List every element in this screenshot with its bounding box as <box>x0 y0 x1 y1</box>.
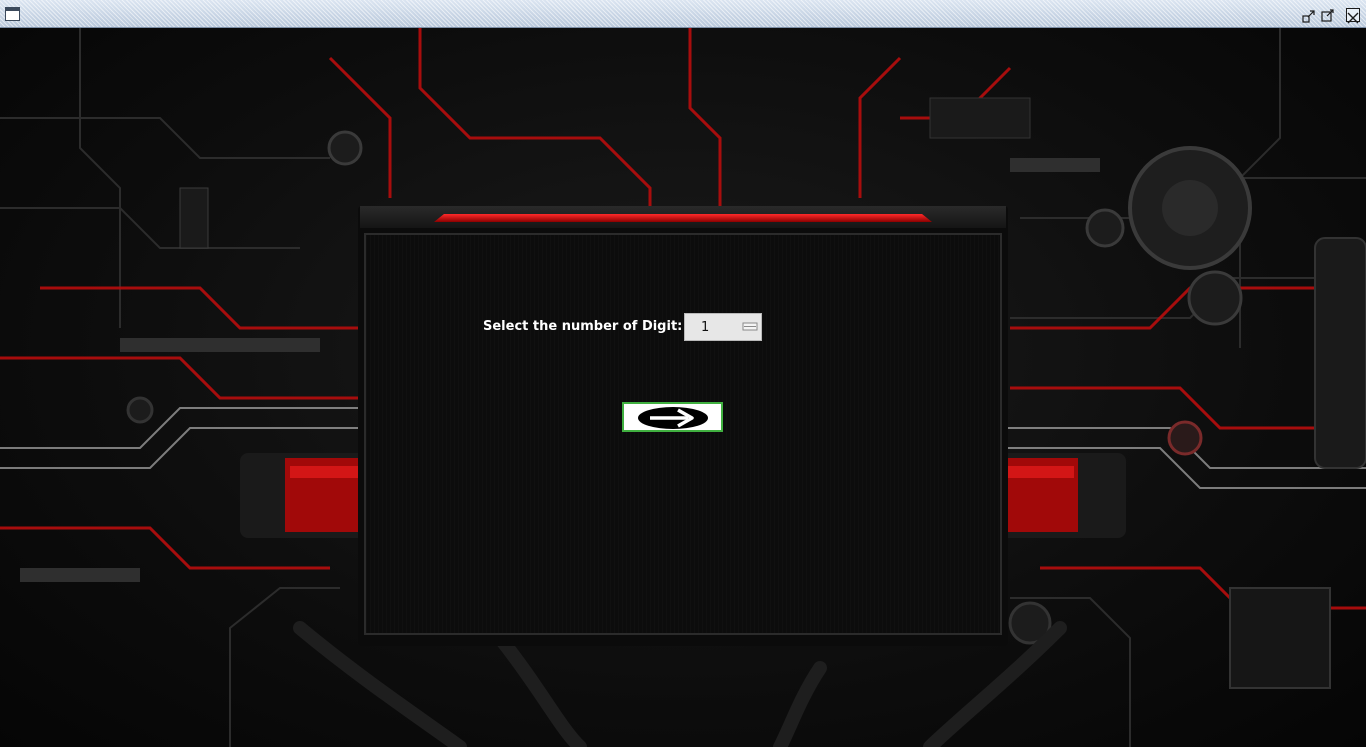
circuit-background <box>0 28 1366 747</box>
app-window-icon <box>5 7 20 21</box>
right-arrow-icon <box>638 407 708 429</box>
digit-count-label: Select the number of Digit: <box>483 319 683 334</box>
next-button[interactable] <box>622 402 723 432</box>
close-button[interactable] <box>1346 8 1360 24</box>
restore-down-button[interactable] <box>1302 8 1316 23</box>
panel-red-accent <box>434 214 932 222</box>
restore-down-icon <box>1302 10 1315 23</box>
digit-count-value[interactable]: 1 <box>701 320 709 335</box>
window-titlebar[interactable] <box>0 0 1366 28</box>
maximize-icon <box>1321 9 1334 22</box>
digit-count-spinner[interactable]: 1 <box>684 313 762 341</box>
spinner-arrows-icon[interactable] <box>742 318 759 336</box>
maximize-button[interactable] <box>1321 8 1335 22</box>
main-panel <box>364 233 1002 635</box>
close-icon <box>1347 12 1359 24</box>
